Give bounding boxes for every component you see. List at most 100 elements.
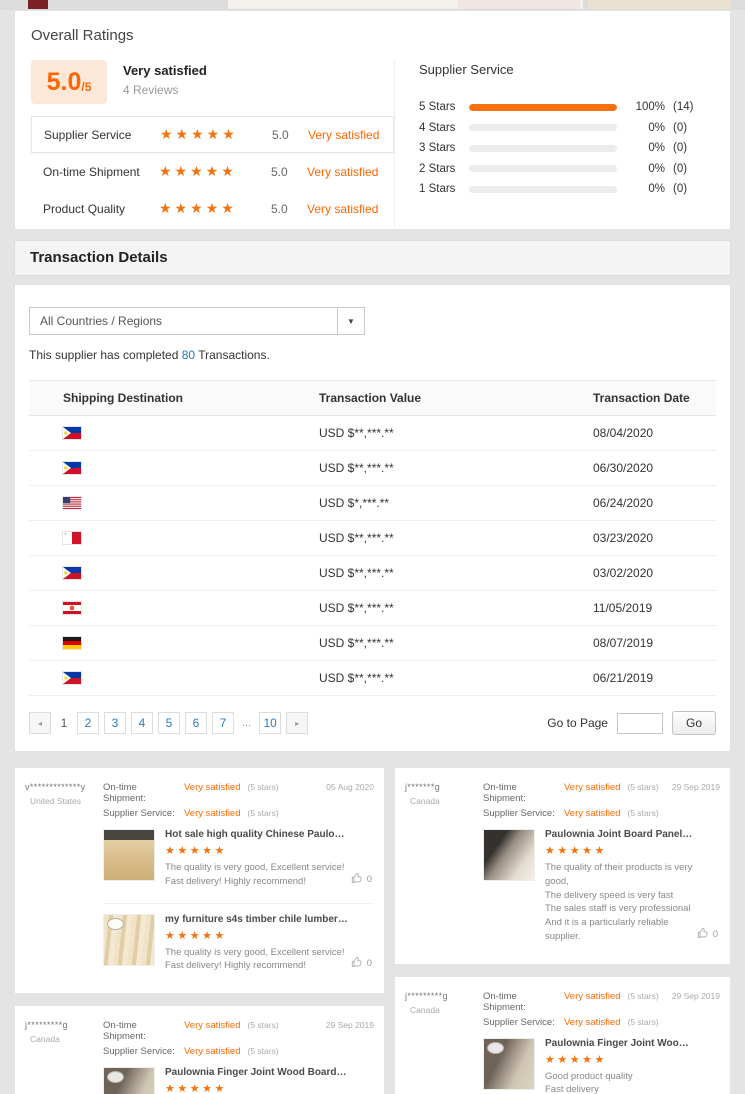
buyer-location: Canada (405, 796, 483, 806)
review-rating-row: On-time Shipment:Very satisfied(5 stars) (483, 991, 672, 1013)
star-rating-icons: ★★★★★ (160, 126, 272, 143)
like-button[interactable]: 0 (697, 927, 718, 942)
top-cutoff-strip (0, 0, 745, 10)
transaction-row: USD $**,***.**11/05/2019 (29, 591, 716, 626)
transaction-value: USD $**,***.** (319, 461, 593, 475)
product-photo[interactable] (483, 829, 535, 881)
review-header: v*************yUnited StatesOn-time Ship… (25, 782, 374, 823)
ph-flag-icon (63, 672, 81, 684)
review-ratings-meta: On-time Shipment: Very satisfied (5 stars)… (103, 782, 326, 823)
pagination: ◂ 1234567...10 ▸ Go to Page Go (29, 696, 716, 751)
review-body: Hot sale high quality Chinese Paulownia … (165, 829, 374, 889)
country-filter-dropdown[interactable]: All Countries / Regions ▼ (29, 307, 365, 335)
review-text-line: The quality of their products is very go… (545, 861, 694, 889)
rating-score: 5.0 (272, 128, 308, 142)
stars-note: (5 stars) (248, 808, 279, 818)
rating-verdict: Very satisfied (184, 808, 241, 819)
ratings-summary: 5.0 /5 Very satisfied 4 Reviews Supplier… (31, 60, 395, 227)
page-ellipsis: ... (242, 717, 251, 729)
review-date: 29 Sep 2019 (326, 1020, 374, 1061)
goto-page-label: Go to Page (547, 716, 608, 730)
page-number-button[interactable]: 10 (259, 712, 281, 734)
prev-page-button[interactable]: ◂ (29, 712, 51, 734)
star-distribution-bars: 5 Stars100%(14)4 Stars0%(0)3 Stars0%(0)2… (419, 97, 714, 200)
country-filter-value: All Countries / Regions (40, 314, 162, 328)
ph-flag-icon (63, 567, 81, 579)
product-title-link[interactable]: Paulownia Finger Joint Wood Board For Sn… (545, 1038, 694, 1049)
review-star-icons: ★★★★★ (545, 844, 694, 857)
cutoff-fragment (28, 0, 48, 9)
star-bar-track (469, 186, 617, 193)
chevron-down-icon[interactable]: ▼ (337, 308, 364, 334)
product-title-link[interactable]: Hot sale high quality Chinese Paulownia … (165, 829, 348, 840)
like-button[interactable]: 0 (351, 872, 372, 887)
star-bar-count: (14) (673, 101, 693, 113)
review-section: v*************yUnited StatesOn-time Ship… (25, 778, 374, 987)
destination-cell (49, 567, 319, 579)
transaction-details-panel: All Countries / Regions ▼ This supplier … (14, 284, 731, 752)
overall-verdict: Very satisfied (123, 63, 207, 78)
product-photo[interactable] (103, 829, 155, 881)
buyer-info: j*********gCanada (405, 991, 483, 1032)
transaction-row: USD $**,***.**06/21/2019 (29, 661, 716, 696)
page-number-button[interactable]: 4 (131, 712, 153, 734)
page-number-button[interactable]: 5 (158, 712, 180, 734)
review-column-left: v*************yUnited StatesOn-time Ship… (14, 767, 385, 1094)
page-number-button[interactable]: 6 (185, 712, 207, 734)
review-body: Paulownia Finger Joint Wood Board For Sn… (165, 1067, 374, 1094)
buyer-info: j*********g Canada (25, 1020, 103, 1061)
product-title-link[interactable]: Paulownia Finger Joint Wood Board For Sn… (165, 1067, 348, 1078)
star-bar-label: 2 Stars (419, 163, 467, 175)
rating-verdict: Very satisfied (184, 1020, 241, 1031)
destination-cell (49, 497, 319, 509)
review-rating-row: Supplier Service:Very satisfied(5 stars) (483, 808, 672, 819)
rating-category-row[interactable]: Supplier Service★★★★★5.0Very satisfied (31, 116, 394, 153)
star-bar-count: (0) (673, 183, 687, 195)
review-product: my furniture s4s timber chile lumber pop… (103, 903, 374, 978)
transaction-row: USD $**,***.**03/02/2020 (29, 556, 716, 591)
product-photo[interactable] (103, 1067, 155, 1094)
page-number-button[interactable]: 3 (104, 712, 126, 734)
rating-label: On-time Shipment: (103, 782, 177, 804)
rating-category-row[interactable]: Product Quality★★★★★5.0Very satisfied (31, 190, 394, 227)
next-page-button[interactable]: ▸ (286, 712, 308, 734)
star-bar-track (469, 104, 617, 111)
star-bar-row: 3 Stars0%(0) (419, 138, 714, 159)
go-button[interactable]: Go (672, 711, 716, 735)
review-section: j*********gCanadaOn-time Shipment:Very s… (405, 987, 720, 1094)
overall-score-suffix: /5 (81, 80, 91, 94)
stars-note: (5 stars) (628, 1017, 659, 1027)
product-title-link[interactable]: Paulownia Joint Board Panels Strips (545, 829, 694, 840)
review-text-line: And it is a particularly reliable suppli… (545, 916, 694, 944)
product-photo[interactable] (483, 1038, 535, 1090)
overall-score-badge: 5.0 /5 (31, 60, 107, 104)
review-star-icons: ★★★★★ (545, 1053, 694, 1066)
review-text-line: The sales staff is very professional (545, 902, 694, 916)
rating-category-label: On-time Shipment (43, 165, 159, 179)
page-number-button[interactable]: 2 (77, 712, 99, 734)
buyer-location: Canada (25, 1034, 103, 1044)
rating-label: Supplier Service: (103, 1046, 177, 1057)
rating-verdict: Very satisfied (308, 128, 379, 142)
page-number-button[interactable]: 7 (212, 712, 234, 734)
review-column-right: j*******gCanadaOn-time Shipment:Very sat… (394, 767, 731, 1094)
product-title-link[interactable]: my furniture s4s timber chile lumber pop… (165, 914, 348, 925)
star-bar-label: 5 Stars (419, 101, 467, 113)
rating-verdict: Very satisfied (564, 808, 621, 819)
rating-category-row[interactable]: On-time Shipment★★★★★5.0Very satisfied (31, 153, 394, 190)
ph-flag-icon (63, 427, 81, 439)
transaction-row: USD $**,***.**08/04/2020 (29, 416, 716, 451)
star-bar-count: (0) (673, 163, 687, 175)
review-card: j*******gCanadaOn-time Shipment:Very sat… (394, 767, 731, 965)
like-button[interactable]: 0 (351, 956, 372, 971)
product-photo[interactable] (103, 914, 155, 966)
breakdown-title: Supplier Service (419, 62, 714, 77)
transaction-value: USD $*,***.** (319, 496, 593, 510)
rating-category-label: Supplier Service (44, 128, 160, 142)
buyer-name: j*********g (25, 1020, 103, 1030)
review-card: j*********gCanadaOn-time Shipment:Very s… (14, 1005, 385, 1094)
review-card: j*********gCanadaOn-time Shipment:Very s… (394, 976, 731, 1094)
buyer-location: Canada (405, 1005, 483, 1015)
goto-page-input[interactable] (617, 713, 663, 734)
destination-cell (49, 602, 319, 614)
